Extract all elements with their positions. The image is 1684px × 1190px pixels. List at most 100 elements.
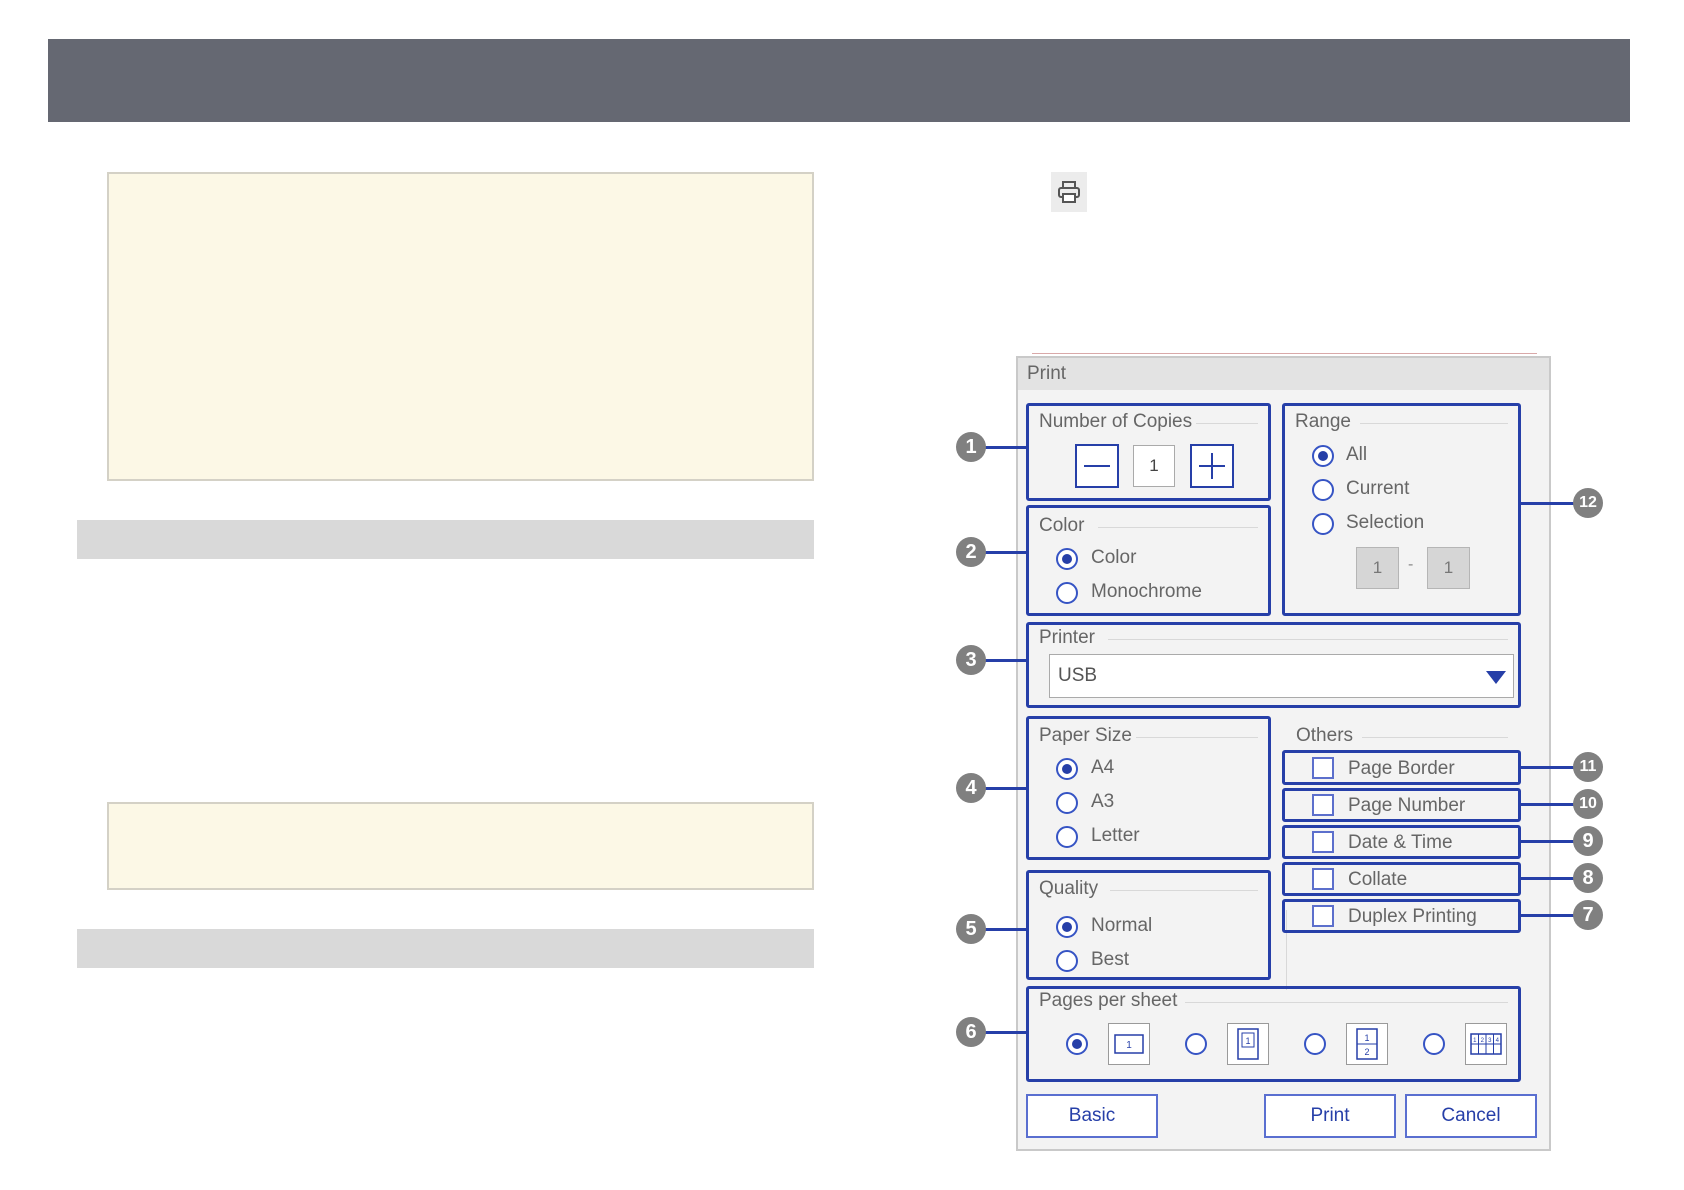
group-divider (1108, 639, 1508, 640)
svg-text:2: 2 (1364, 1047, 1369, 1057)
callout-leader (985, 446, 1028, 449)
two-page-layout-icon: 1 (1227, 1023, 1269, 1065)
section-heading-bar (77, 929, 814, 968)
quality-option-label: Normal (1091, 915, 1153, 936)
callout-badge: 2 (956, 537, 986, 567)
quality-best-radio[interactable] (1056, 950, 1078, 972)
page-border-checkbox[interactable] (1312, 757, 1334, 779)
callout-leader (985, 659, 1028, 662)
callout-leader (1519, 877, 1575, 880)
printer-icon[interactable] (1051, 172, 1087, 212)
group-divider (1098, 527, 1258, 528)
range-group (1282, 403, 1521, 616)
note-box (107, 172, 814, 481)
range-all-radio[interactable] (1312, 445, 1334, 467)
svg-text:1: 1 (1126, 1040, 1132, 1051)
range-option-label: All (1346, 444, 1368, 465)
duplex-printing-checkbox[interactable] (1312, 905, 1334, 927)
range-current-radio[interactable] (1312, 479, 1334, 501)
range-to-input[interactable]: 1 (1427, 547, 1470, 589)
chevron-down-icon (1486, 671, 1506, 684)
color-label: Color (1039, 515, 1085, 536)
range-selection-radio[interactable] (1312, 513, 1334, 535)
paper-letter-radio[interactable] (1056, 826, 1078, 848)
decrease-copies-button[interactable] (1075, 444, 1119, 488)
callout-leader (985, 551, 1028, 554)
pages-per-sheet-4-radio[interactable] (1304, 1033, 1326, 1055)
callout-badge: 1 (956, 432, 986, 462)
callout-badge: 12 (1573, 488, 1603, 518)
callout-leader (985, 787, 1028, 790)
paper-size-label: Paper Size (1039, 725, 1132, 746)
page-number-checkbox[interactable] (1312, 794, 1334, 816)
group-divider (1136, 737, 1258, 738)
callout-badge: 11 (1573, 752, 1603, 782)
dialog-top-edge (1032, 353, 1537, 354)
group-divider (1185, 1002, 1508, 1003)
callout-leader (1519, 803, 1575, 806)
copies-label: Number of Copies (1039, 411, 1193, 432)
callout-badge: 10 (1573, 789, 1603, 819)
pages-per-sheet-label: Pages per sheet (1039, 990, 1178, 1011)
paper-a3-radio[interactable] (1056, 792, 1078, 814)
color-color-radio[interactable] (1056, 548, 1078, 570)
section-heading-bar (77, 520, 814, 559)
printer-label: Printer (1039, 627, 1095, 648)
others-option-label: Date & Time (1348, 832, 1453, 853)
page-header-bar (48, 39, 1630, 122)
range-from-input[interactable]: 1 (1356, 547, 1399, 589)
others-option-label: Page Number (1348, 795, 1466, 816)
collate-checkbox[interactable] (1312, 868, 1334, 890)
quality-option-label: Best (1091, 949, 1130, 970)
callout-leader (1519, 840, 1575, 843)
others-option-label: Page Border (1348, 758, 1455, 779)
four-up-layout-icon: 1 2 3 4 (1465, 1023, 1507, 1065)
date-time-checkbox[interactable] (1312, 831, 1334, 853)
paper-option-label: A4 (1091, 757, 1115, 778)
callout-leader (1519, 502, 1575, 505)
callout-badge: 9 (1573, 826, 1603, 856)
range-option-label: Current (1346, 478, 1410, 499)
group-divider (1196, 423, 1258, 424)
callout-badge: 3 (956, 645, 986, 675)
print-button[interactable]: Print (1264, 1094, 1396, 1138)
copies-input[interactable]: 1 (1133, 445, 1175, 487)
group-divider (1360, 423, 1508, 424)
range-separator: - (1408, 556, 1414, 573)
svg-text:1: 1 (1245, 1036, 1250, 1046)
callout-badge: 4 (956, 773, 986, 803)
range-label: Range (1295, 411, 1351, 432)
svg-text:1: 1 (1364, 1033, 1369, 1043)
paper-option-label: A3 (1091, 791, 1115, 812)
printer-select-value: USB (1058, 665, 1098, 686)
printer-select[interactable]: USB (1049, 654, 1514, 698)
pages-per-sheet-2-radio[interactable] (1185, 1033, 1207, 1055)
pages-per-sheet-1-radio[interactable] (1066, 1033, 1088, 1055)
one-page-layout-icon: 1 (1108, 1023, 1150, 1065)
callout-badge: 7 (1573, 900, 1603, 930)
paper-option-label: Letter (1091, 825, 1140, 846)
others-label: Others (1296, 725, 1354, 746)
callout-leader (985, 1031, 1028, 1034)
range-option-label: Selection (1346, 512, 1425, 533)
callout-badge: 5 (956, 914, 986, 944)
group-divider (1110, 890, 1258, 891)
callout-badge: 8 (1573, 863, 1603, 893)
two-up-layout-icon: 1 2 (1346, 1023, 1388, 1065)
quality-normal-radio[interactable] (1056, 916, 1078, 938)
increase-copies-button[interactable] (1190, 444, 1234, 488)
others-option-label: Collate (1348, 869, 1408, 890)
basic-button[interactable]: Basic (1026, 1094, 1158, 1138)
dialog-titlebar: Print (1018, 358, 1549, 390)
quality-label: Quality (1039, 878, 1099, 899)
note-box (107, 802, 814, 890)
callout-leader (1519, 914, 1575, 917)
pages-per-sheet-8-radio[interactable] (1423, 1033, 1445, 1055)
callout-leader (985, 928, 1028, 931)
dialog-title: Print (1027, 363, 1067, 384)
paper-a4-radio[interactable] (1056, 758, 1078, 780)
color-monochrome-radio[interactable] (1056, 582, 1078, 604)
others-option-label: Duplex Printing (1348, 906, 1477, 927)
color-option-label: Color (1091, 547, 1137, 568)
cancel-button[interactable]: Cancel (1405, 1094, 1537, 1138)
